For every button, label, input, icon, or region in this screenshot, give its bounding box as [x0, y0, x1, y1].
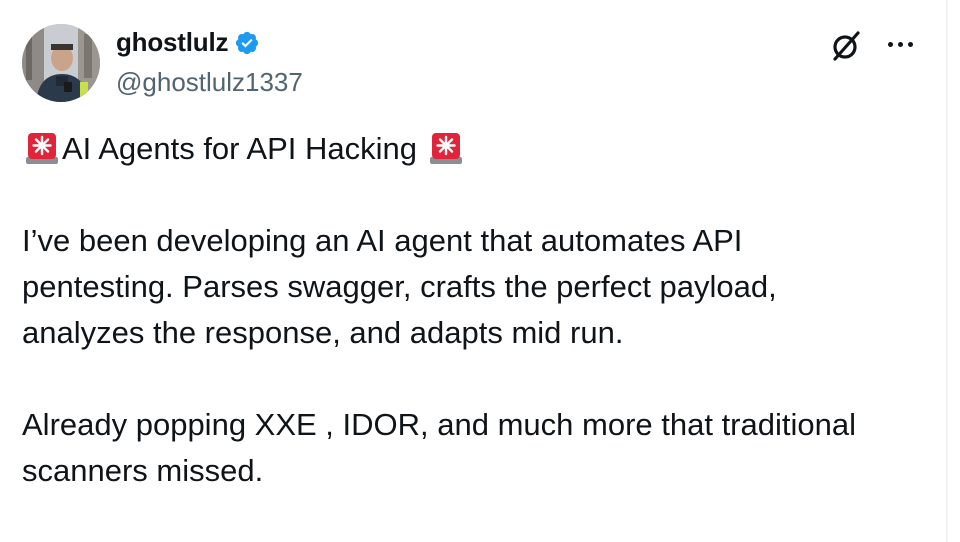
more-options-icon[interactable]: [880, 30, 920, 58]
author-display-name[interactable]: ghostlulz: [116, 26, 228, 58]
verified-badge-icon[interactable]: [234, 30, 260, 56]
tweet-card: ghostlulz @ghostlulz1337 AI Agents for A…: [0, 0, 948, 542]
avatar[interactable]: [22, 24, 100, 102]
grok-icon[interactable]: [828, 28, 864, 64]
tweet-headline: AI Agents for API Hacking: [22, 126, 922, 172]
tweet-paragraph-2: Already popping XXE , IDOR, and much mor…: [22, 407, 856, 488]
rotating-light-icon: [429, 133, 462, 164]
headline-text: AI Agents for API Hacking: [62, 131, 417, 166]
tweet-text: AI Agents for API Hacking I’ve been deve…: [22, 126, 922, 494]
avatar-image: [22, 24, 100, 102]
author-name-row: ghostlulz: [116, 26, 260, 58]
tweet-paragraph-1: I’ve been developing an AI agent that au…: [22, 223, 777, 350]
rotating-light-icon: [26, 133, 58, 164]
author-handle[interactable]: @ghostlulz1337: [116, 66, 303, 98]
